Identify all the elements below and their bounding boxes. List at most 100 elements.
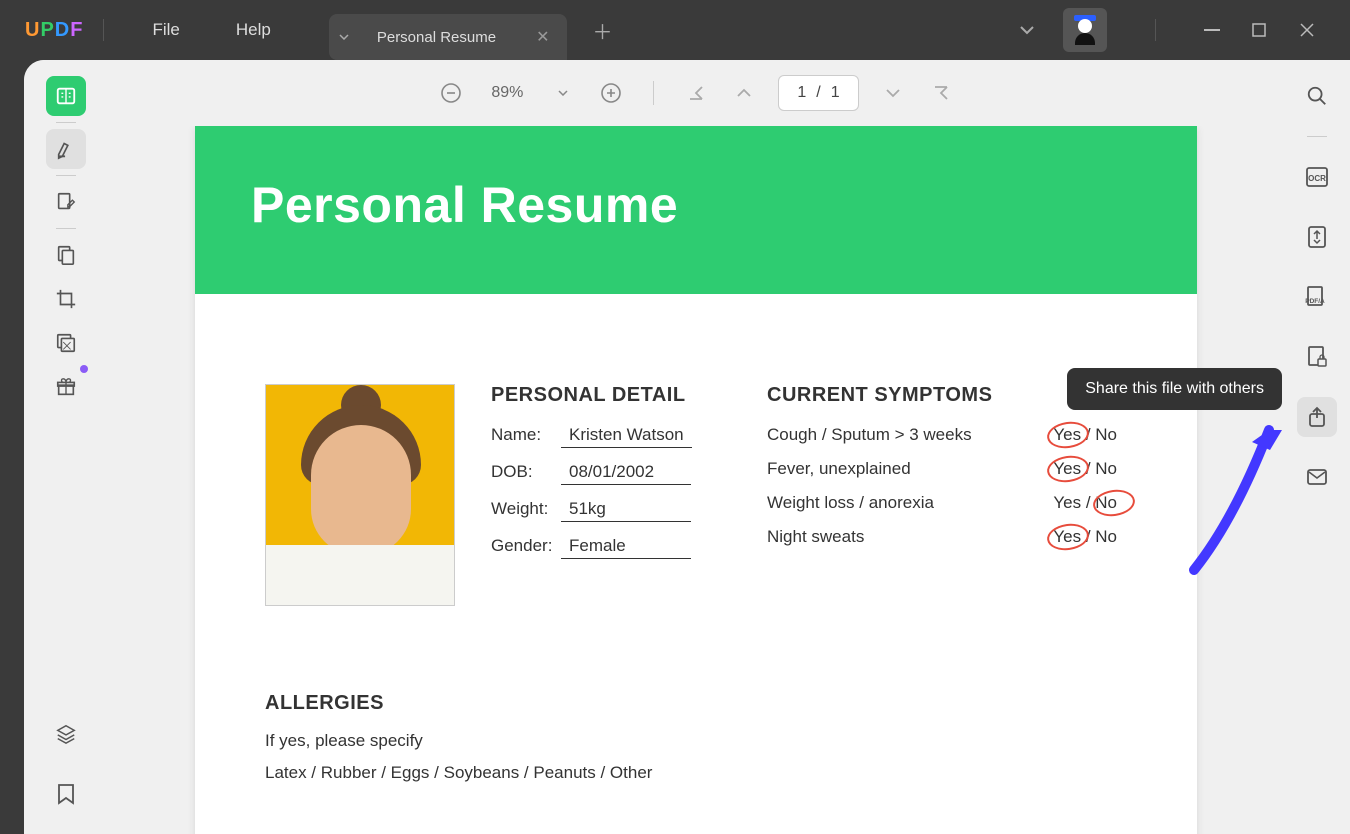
ocr-button[interactable]: OCR	[1297, 157, 1337, 197]
new-tab-button[interactable]: ＋	[592, 16, 612, 45]
zoom-in-button[interactable]	[597, 79, 625, 107]
menu-file[interactable]: File	[152, 20, 179, 40]
section-heading: CURRENT SYMPTOMS	[767, 384, 1117, 407]
symptom-options: Yes / No	[1053, 425, 1117, 445]
page-current: 1	[797, 84, 806, 102]
titlebar: UPDF File Help Personal Resume ✕ ＋	[0, 0, 1350, 60]
crop-tool-button[interactable]	[46, 279, 86, 319]
chevron-down-icon[interactable]	[1019, 25, 1035, 35]
symptom-row: Night sweats Yes / No	[767, 527, 1117, 547]
symptoms-section: CURRENT SYMPTOMS Cough / Sputum > 3 week…	[767, 384, 1117, 606]
allergies-text: Latex / Rubber / Eggs / Soybeans / Peanu…	[265, 763, 1127, 783]
field-value: 51kg	[561, 499, 691, 522]
personal-detail-section: PERSONAL DETAIL Name: Kristen Watson DOB…	[491, 384, 731, 606]
symptom-row: Fever, unexplained Yes / No	[767, 459, 1117, 479]
page-total: 1	[831, 84, 840, 102]
search-button[interactable]	[1297, 76, 1337, 116]
section-heading: ALLERGIES	[265, 692, 1127, 715]
field-value: Female	[561, 536, 691, 559]
symptom-label: Cough / Sputum > 3 weeks	[767, 425, 972, 445]
profile-photo	[265, 384, 455, 606]
separator	[653, 81, 654, 105]
symptom-options: Yes / No	[1053, 493, 1117, 513]
email-button[interactable]	[1297, 457, 1337, 497]
circle-annotation	[1046, 419, 1091, 451]
document-title: Personal Resume	[251, 176, 1141, 234]
allergies-section: ALLERGIES If yes, please specify Latex /…	[265, 692, 1127, 795]
tab-active[interactable]: Personal Resume ✕	[359, 14, 568, 60]
document-toolbar: 89% 1 / 1	[108, 60, 1284, 126]
reader-mode-button[interactable]	[46, 76, 86, 116]
next-page-button[interactable]	[879, 79, 907, 107]
protect-button[interactable]	[1297, 337, 1337, 377]
pdf-page: Personal Resume PERSONAL DETAIL Name: Kr…	[195, 126, 1197, 834]
page-indicator[interactable]: 1 / 1	[778, 75, 858, 111]
circle-annotation	[1046, 453, 1091, 485]
edit-tool-button[interactable]	[46, 182, 86, 222]
divider	[1155, 19, 1156, 41]
field-gender: Gender: Female	[491, 536, 731, 559]
field-label: Gender:	[491, 536, 561, 556]
svg-text:PDF/A: PDF/A	[1305, 298, 1325, 305]
close-button[interactable]	[1300, 23, 1320, 37]
svg-text:OCR: OCR	[1308, 174, 1326, 183]
right-sidebar: OCR PDF/A	[1284, 60, 1350, 834]
maximize-button[interactable]	[1252, 23, 1272, 37]
redact-tool-button[interactable]	[46, 323, 86, 363]
document-area: 89% 1 / 1	[108, 60, 1284, 834]
symptom-options: Yes / No	[1053, 527, 1117, 547]
circle-annotation	[1046, 521, 1091, 553]
convert-button[interactable]	[1297, 217, 1337, 257]
tab-dropdown-icon[interactable]	[329, 14, 359, 60]
document-viewport[interactable]: Personal Resume PERSONAL DETAIL Name: Kr…	[108, 126, 1284, 834]
menu-help[interactable]: Help	[236, 20, 271, 40]
close-icon[interactable]: ✕	[536, 27, 549, 47]
bookmark-button[interactable]	[46, 774, 86, 814]
minimize-button[interactable]	[1204, 29, 1224, 31]
field-label: Weight:	[491, 499, 561, 519]
field-value: Kristen Watson	[561, 425, 692, 448]
share-button[interactable]	[1297, 397, 1337, 437]
zoom-out-button[interactable]	[437, 79, 465, 107]
page-sep: /	[816, 84, 820, 102]
prev-page-button[interactable]	[730, 79, 758, 107]
field-value: 08/01/2002	[561, 462, 691, 485]
field-dob: DOB: 08/01/2002	[491, 462, 731, 485]
layers-button[interactable]	[46, 714, 86, 754]
first-page-button[interactable]	[682, 79, 710, 107]
field-label: DOB:	[491, 462, 561, 482]
notification-dot-icon	[80, 365, 88, 373]
avatar-icon	[1072, 15, 1098, 45]
symptom-label: Night sweats	[767, 527, 864, 547]
separator	[56, 122, 76, 123]
share-tooltip: Share this file with others	[1067, 368, 1282, 410]
tab-title: Personal Resume	[377, 29, 496, 46]
field-label: Name:	[491, 425, 561, 445]
symptom-row: Weight loss / anorexia Yes / No	[767, 493, 1117, 513]
allergies-text: If yes, please specify	[265, 731, 1127, 751]
highlight-tool-button[interactable]	[46, 129, 86, 169]
separator	[56, 228, 76, 229]
separator	[1307, 136, 1327, 137]
zoom-dropdown-icon[interactable]	[549, 79, 577, 107]
zoom-value: 89%	[485, 84, 529, 102]
divider	[103, 19, 104, 41]
gift-button[interactable]	[46, 367, 86, 407]
app-body: 89% 1 / 1	[24, 60, 1350, 834]
titlebar-right	[1019, 8, 1350, 52]
symptom-label: Weight loss / anorexia	[767, 493, 934, 513]
separator	[56, 175, 76, 176]
field-weight: Weight: 51kg	[491, 499, 731, 522]
document-header: Personal Resume	[195, 126, 1197, 294]
pdfa-button[interactable]: PDF/A	[1297, 277, 1337, 317]
field-name: Name: Kristen Watson	[491, 425, 731, 448]
left-sidebar	[24, 60, 108, 834]
symptom-options: Yes / No	[1053, 459, 1117, 479]
tab-group: Personal Resume ✕ ＋	[329, 0, 613, 60]
last-page-button[interactable]	[927, 79, 955, 107]
symptom-label: Fever, unexplained	[767, 459, 911, 479]
circle-annotation	[1092, 487, 1137, 519]
user-avatar[interactable]	[1063, 8, 1107, 52]
document-content: PERSONAL DETAIL Name: Kristen Watson DOB…	[195, 294, 1197, 834]
organize-pages-button[interactable]	[46, 235, 86, 275]
